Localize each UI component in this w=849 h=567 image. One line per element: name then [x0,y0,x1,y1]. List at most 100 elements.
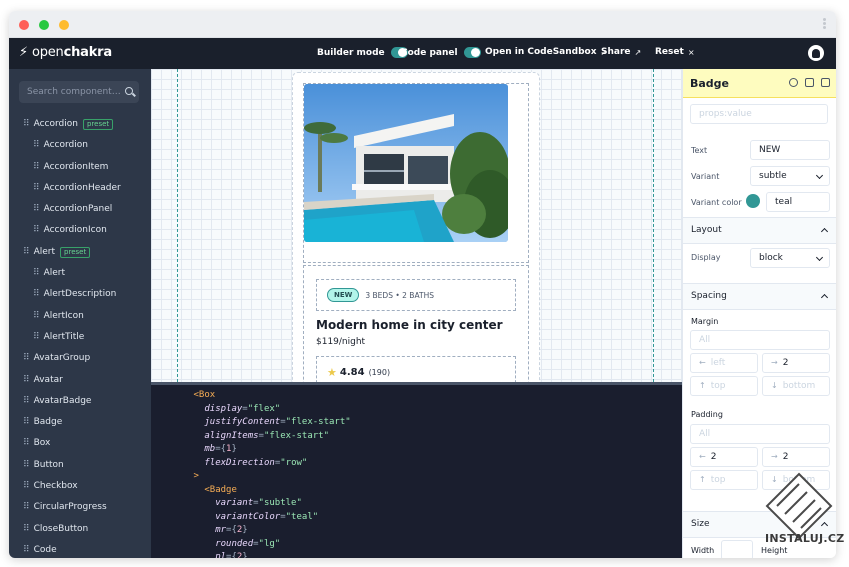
sidebar-item-alerttitle[interactable]: ⠿ AlertTitle [9,327,151,348]
inspector-title: Badge [690,76,730,90]
sidebar-item-accordionpanel[interactable]: ⠿ AccordionPanel [9,199,151,220]
share-button[interactable]: Share ↗ [601,47,641,57]
new-badge[interactable]: NEW [327,288,360,302]
drag-handle-icon[interactable]: ⠿ [23,412,30,433]
text-field[interactable]: NEW [750,140,830,160]
padding-right-input[interactable]: → 2 [762,447,830,467]
sidebar-item-alert[interactable]: ⠿ Alert [9,263,151,284]
code-panel-toggle[interactable]: Code panel [401,47,481,58]
drag-handle-icon[interactable]: ⠿ [23,242,30,263]
sidebar-item-avatargroup[interactable]: ⠿ AvatarGroup [9,348,151,369]
drag-handle-icon[interactable]: ⠿ [33,199,40,220]
size-section-label: Size [691,519,710,529]
chevron-down-icon [815,171,824,180]
sidebar-item-code[interactable]: ⠿ Code [9,540,151,558]
sidebar-item-accordionicon[interactable]: ⠿ AccordionIcon [9,220,151,241]
margin-right-input[interactable]: → 2 [762,353,830,373]
margin-left-input[interactable]: ← left [690,353,758,373]
sidebar-item-accordionheader[interactable]: ⠿ AccordionHeader [9,178,151,199]
color-swatch[interactable] [746,194,760,208]
margin-bottom-input[interactable]: ↓ bottom [762,376,830,396]
sidebar-item-avatarbadge[interactable]: ⠿ AvatarBadge [9,391,151,412]
sidebar-item-label: Accordion [43,140,88,151]
close-window-button[interactable] [19,20,29,30]
search-icon[interactable] [125,87,133,95]
props-input[interactable]: props:value [690,104,828,124]
sidebar-item-button[interactable]: ⠿ Button [9,455,151,476]
sidebar-item-alerticon[interactable]: ⠿ AlertIcon [9,306,151,327]
drag-handle-icon[interactable]: ⠿ [23,370,30,391]
rating-value: 4.84 [339,366,365,378]
search-input[interactable]: Search component… [19,81,139,103]
card-box[interactable]: NEW 3 BEDS • 2 BATHS Modern home in city… [292,72,540,382]
margin-all-input[interactable]: All [690,330,830,350]
drag-handle-icon[interactable]: ⠿ [33,284,40,305]
sidebar-item-checkbox[interactable]: ⠿ Checkbox [9,476,151,497]
sidebar-item-alert[interactable]: ⠿ Alert preset [9,242,151,263]
sidebar-item-label: AccordionPanel [43,204,113,215]
sidebar-item-accordionitem[interactable]: ⠿ AccordionItem [9,157,151,178]
sidebar-item-alertdescription[interactable]: ⠿ AlertDescription [9,284,151,305]
sidebar-item-badge[interactable]: ⠿ Badge [9,412,151,433]
sidebar-item-label: Accordion [33,119,78,129]
preset-badge: preset [60,246,91,258]
builder-mode-toggle[interactable]: Builder mode [317,47,408,58]
code-line: variantColor="teal" [215,511,318,525]
variant-color-field[interactable]: teal [766,192,830,212]
drag-handle-icon[interactable]: ⠿ [23,433,30,454]
sidebar-item-circularprogress[interactable]: ⠿ CircularProgress [9,497,151,518]
arrow-down-icon: ↓ [771,381,778,390]
drag-handle-icon[interactable]: ⠿ [23,455,30,476]
margin-top-input[interactable]: ↑ top [690,376,758,396]
listing-title[interactable]: Modern home in city center [316,318,503,332]
house-image[interactable] [304,84,508,242]
padding-left-input[interactable]: ← 2 [690,447,758,467]
drag-handle-icon[interactable]: ⠿ [23,540,30,558]
layout-section-header[interactable]: Layout [683,217,836,244]
github-icon[interactable] [808,45,824,61]
drag-handle-icon[interactable]: ⠿ [23,497,30,518]
delete-icon[interactable] [821,78,830,87]
drag-handle-icon[interactable]: ⠿ [23,519,30,540]
sidebar-item-label: AccordionIcon [43,225,107,236]
reset-props-icon[interactable] [789,78,798,87]
drag-handle-icon[interactable]: ⠿ [33,178,40,199]
maximize-window-button[interactable] [39,20,49,30]
listing-price[interactable]: $119/night [316,337,365,347]
padding-all-input[interactable]: All [690,424,830,444]
drag-handle-icon[interactable]: ⠿ [23,114,30,135]
open-codesandbox-button[interactable]: Open in CodeSandbox ↗ [485,47,607,57]
drag-handle-icon[interactable]: ⠿ [33,157,40,178]
drag-handle-icon[interactable]: ⠿ [33,135,40,156]
layout-section-label: Layout [691,225,722,235]
badge-row[interactable]: NEW 3 BEDS • 2 BATHS [316,279,516,311]
code-panel[interactable]: <Box display="flex" justifyContent="flex-s… [151,382,682,558]
sidebar-item-avatar[interactable]: ⠿ Avatar [9,370,151,391]
drag-handle-icon[interactable]: ⠿ [23,476,30,497]
sidebar-item-closebutton[interactable]: ⠿ CloseButton [9,519,151,540]
spacing-section-header[interactable]: Spacing [683,283,836,310]
drag-handle-icon[interactable]: ⠿ [33,327,40,348]
minimize-window-button[interactable] [59,20,69,30]
variant-select[interactable]: subtle [750,166,830,186]
sidebar-item-accordion[interactable]: ⠿ Accordion preset [9,114,151,135]
display-select[interactable]: block [750,248,830,268]
beds-baths-text[interactable]: 3 BEDS • 2 BATHS [365,291,434,300]
drag-handle-icon[interactable]: ⠿ [33,220,40,241]
drag-handle-icon[interactable]: ⠿ [33,263,40,284]
sidebar-item-accordion[interactable]: ⠿ Accordion [9,135,151,156]
listing-info-container[interactable]: NEW 3 BEDS • 2 BATHS Modern home in city… [303,265,529,382]
sidebar-item-box[interactable]: ⠿ Box [9,433,151,454]
drag-handle-icon[interactable]: ⠿ [23,348,30,369]
reset-button[interactable]: Reset × [655,47,695,57]
rating-row[interactable]: ★ 4.84 (190) [316,356,516,382]
duplicate-icon[interactable] [805,78,814,87]
width-input[interactable] [721,540,753,558]
padding-top-input[interactable]: ↑ top [690,470,758,490]
editor-canvas[interactable]: NEW 3 BEDS • 2 BATHS Modern home in city… [151,69,682,382]
app-logo[interactable]: ⚡ open chakra [19,45,112,60]
drag-handle-icon[interactable] [821,17,827,33]
drag-handle-icon[interactable]: ⠿ [23,391,30,412]
drag-handle-icon[interactable]: ⠿ [33,306,40,327]
code-panel-switch[interactable] [463,47,481,58]
